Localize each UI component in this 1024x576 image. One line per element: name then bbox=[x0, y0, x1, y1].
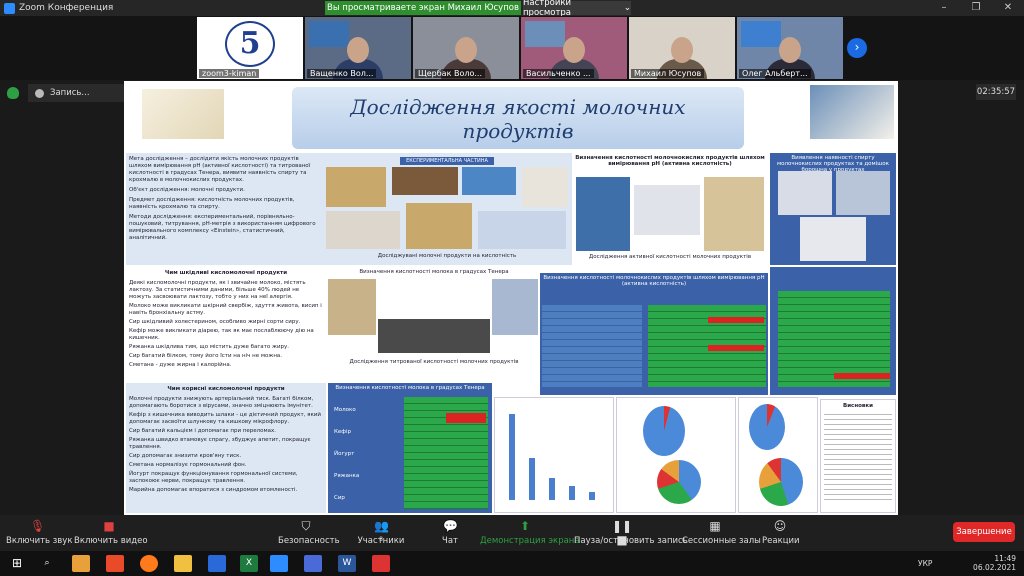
start-video-button[interactable]: ■ Включить видео bbox=[74, 517, 148, 549]
chat-icon: 💬 bbox=[443, 519, 458, 533]
explorer-icon[interactable] bbox=[72, 555, 90, 572]
share-screen-icon: ⬆ bbox=[519, 519, 531, 533]
chevron-down-icon: ⌄ bbox=[623, 3, 631, 13]
results-table-panel bbox=[770, 267, 896, 395]
search-icon[interactable]: ⌕ bbox=[38, 555, 56, 572]
participant-tile[interactable]: Олег Альберт... bbox=[737, 17, 843, 79]
starch-panel: Виявлення наявності спирту молочнокислих… bbox=[770, 153, 896, 265]
microphone-muted-icon: 🎙 bbox=[30, 519, 46, 533]
pause-stop-icon: ❚❚ ■ bbox=[611, 519, 633, 547]
participants-button[interactable]: 👥8 Участники bbox=[356, 517, 406, 549]
window-controls: – ❐ ✕ bbox=[928, 0, 1024, 16]
excel-icon[interactable]: X bbox=[240, 555, 258, 572]
share-screen-button[interactable]: ⬆ Демонстрация экрана bbox=[480, 517, 580, 549]
recording-label: Запись... bbox=[50, 88, 90, 98]
close-button[interactable]: ✕ bbox=[992, 0, 1024, 16]
participant-tile[interactable]: Щербак Воло... bbox=[413, 17, 519, 79]
benefit-panel: Чим корисні кисломолочні продукти Молочн… bbox=[126, 383, 326, 513]
minimize-button[interactable]: – bbox=[928, 0, 960, 16]
clock[interactable]: 11:49 06.02.2021 bbox=[973, 554, 1016, 572]
participant-tile[interactable]: 5 zoom3-kiman bbox=[197, 17, 303, 79]
experimental-panel: ЕКСПЕРИМЕНТАЛЬНА ЧАСТИНА Досліджувані мо… bbox=[322, 153, 572, 265]
shared-screen: Дослідження якості молочних продуктів Ме… bbox=[124, 81, 898, 515]
unmute-button[interactable]: 🎙 Включить звук bbox=[6, 517, 72, 549]
start-menu-icon[interactable]: ⊞ bbox=[8, 555, 26, 572]
participant-name: Ващенко Вол... bbox=[307, 69, 377, 78]
view-options-button[interactable]: Настройки просмотра ⌄ bbox=[523, 0, 631, 18]
participant-tile[interactable]: Михаил Юсупов bbox=[629, 17, 735, 79]
maximize-button[interactable]: ❐ bbox=[960, 0, 992, 16]
reactions-icon: ☺ bbox=[773, 519, 787, 533]
milk-photo bbox=[810, 85, 894, 139]
shield-icon[interactable] bbox=[7, 87, 19, 99]
app-icon[interactable] bbox=[304, 555, 322, 572]
windows-taskbar: ⊞ ⌕ X W УКР 11:49 06.02.2021 bbox=[0, 551, 1024, 576]
zoom-icon bbox=[4, 2, 15, 14]
record-icon bbox=[35, 88, 44, 98]
meeting-toolbar: 🎙 Включить звук ■ Включить видео ⛉ Безоп… bbox=[0, 515, 1024, 551]
pause-stop-recording-button[interactable]: ❚❚ ■ Пауза/остановить запись bbox=[574, 517, 688, 549]
end-meeting-button[interactable]: Завершение bbox=[953, 522, 1015, 542]
slide-title: Дослідження якості молочних продуктів bbox=[292, 87, 744, 149]
folder-icon[interactable] bbox=[174, 555, 192, 572]
reactions-button[interactable]: ☺ Реакции bbox=[762, 517, 800, 549]
app-icon[interactable] bbox=[208, 555, 226, 572]
shield-icon: ⛉ bbox=[301, 519, 311, 533]
firefox-icon[interactable] bbox=[140, 555, 158, 572]
meeting-timer: 02:35:57 bbox=[976, 84, 1016, 100]
participants-icon: 👥8 bbox=[374, 519, 389, 543]
breakout-rooms-icon: ▦ bbox=[709, 519, 721, 533]
titration-panel: Визначення кислотності молока в градусах… bbox=[328, 267, 540, 381]
word-icon[interactable]: W bbox=[338, 555, 356, 572]
harm-panel: Чим шкідливі кисломолочні продукти Деякі… bbox=[126, 267, 326, 381]
school-logo: 5 bbox=[225, 21, 275, 67]
participant-strip: 5 zoom3-kiman Ващенко Вол... Щербак Воло… bbox=[0, 16, 1024, 80]
participant-name: Олег Альберт... bbox=[739, 69, 811, 78]
language-indicator[interactable]: УКР bbox=[918, 559, 932, 568]
participant-tile[interactable]: Ващенко Вол... bbox=[305, 17, 411, 79]
security-button[interactable]: ⛉ Безопасность bbox=[278, 517, 340, 549]
zoom-taskbar-icon[interactable] bbox=[270, 555, 288, 572]
pie-chart-image bbox=[616, 397, 736, 513]
breakout-rooms-button[interactable]: ▦ Сессионные залы bbox=[682, 517, 761, 549]
participant-name: zoom3-kiman bbox=[199, 69, 260, 78]
pdf-icon[interactable] bbox=[372, 555, 390, 572]
chat-button[interactable]: 💬 Чат bbox=[437, 517, 463, 549]
ph-table-panel: Визначення кислотності молочнокислих про… bbox=[540, 273, 768, 395]
participant-name: Васильченко ... bbox=[523, 69, 594, 78]
participant-name: Михаил Юсупов bbox=[631, 69, 705, 78]
tener-table-panel: Визначення кислотності молока в градусах… bbox=[328, 383, 492, 513]
dairy-photo bbox=[142, 89, 224, 139]
bar-chart-image bbox=[494, 397, 614, 513]
research-goals: Мета дослідження – дослідити якість моло… bbox=[126, 153, 322, 265]
conclusions-panel: Висновки bbox=[820, 399, 896, 513]
participant-name: Щербак Воло... bbox=[415, 69, 485, 78]
app-icon[interactable] bbox=[106, 555, 124, 572]
participant-tile[interactable]: Васильченко ... bbox=[521, 17, 627, 79]
chevron-right-icon[interactable]: › bbox=[847, 38, 867, 58]
video-off-icon: ■ bbox=[103, 519, 115, 533]
pie-chart-image-2 bbox=[738, 397, 818, 513]
ph-measurement-panel: Визначення кислотності молочнокислих про… bbox=[572, 153, 768, 265]
share-banner: Вы просматриваете экран Михаил Юсупов bbox=[325, 1, 521, 15]
window-title: Zoom Конференция bbox=[19, 3, 114, 13]
